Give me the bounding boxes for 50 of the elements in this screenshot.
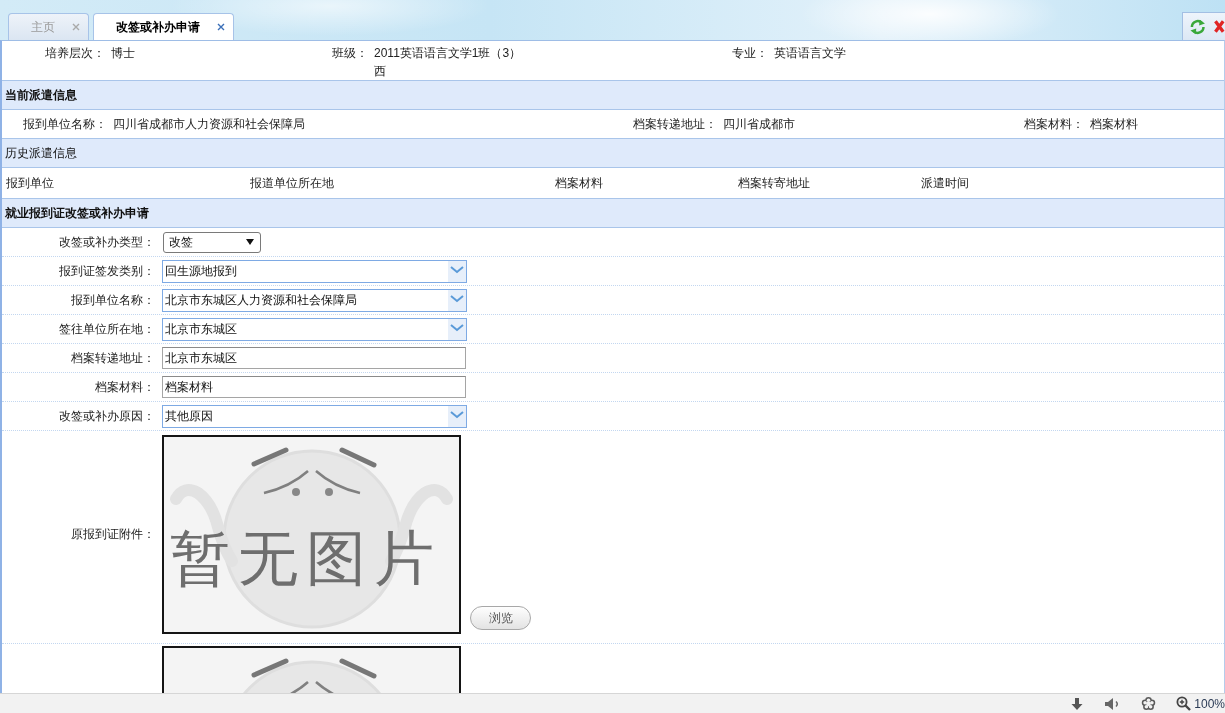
tab[interactable]: 改签或补办申请 xyxy=(93,13,234,40)
download-arrow-icon[interactable] xyxy=(1070,696,1085,711)
text-field[interactable]: 档案材料 xyxy=(162,376,466,398)
field-label: 班级： xyxy=(332,45,368,62)
text-field[interactable]: 北京市东城区 xyxy=(162,347,466,369)
field-label: 改签或补办类型： xyxy=(59,234,155,249)
zoom-level[interactable]: 100% xyxy=(1194,696,1225,711)
chevron-down-icon[interactable] xyxy=(448,260,466,282)
close-icon[interactable] xyxy=(1214,19,1225,34)
field-value: 博士 xyxy=(110,45,135,62)
dropdown-field[interactable]: 北京市东城区 xyxy=(162,317,467,341)
field-label: 档案转递地址： xyxy=(71,350,155,365)
section-header: 就业报到证改签或补办申请 xyxy=(2,198,1224,228)
chevron-down-icon[interactable] xyxy=(448,289,466,311)
no-image-text: 暂无图片 xyxy=(170,529,442,589)
field-value: 档案材料 xyxy=(1089,115,1138,133)
dropdown-field[interactable]: 北京市东城区人力资源和社会保障局 xyxy=(162,288,467,312)
field-value: 四川省成都市 xyxy=(722,115,795,133)
section-header: 历史派遣信息 xyxy=(2,138,1224,168)
field-label: 专业： xyxy=(732,45,768,62)
field-value: 英语语言文学 xyxy=(773,45,846,62)
type-select[interactable]: 改签 xyxy=(163,231,261,253)
field-value: 2011英语语言文学1班（3）西 xyxy=(373,45,523,80)
field-label: 档案材料： xyxy=(95,379,155,394)
dropdown-arrow-icon xyxy=(246,239,254,245)
close-icon[interactable] xyxy=(217,23,225,31)
column-header: 档案材料 xyxy=(555,174,603,192)
field-label: 报到单位名称： xyxy=(71,292,155,307)
column-header: 档案转寄地址 xyxy=(738,174,810,192)
field-label: 档案转递地址： xyxy=(633,115,717,133)
field-label: 原报到证附件： xyxy=(71,527,155,541)
refresh-icon[interactable] xyxy=(1189,17,1207,36)
browse-button[interactable]: 浏览 xyxy=(470,606,531,630)
section-header: 当前派遣信息 xyxy=(2,80,1224,110)
field-label: 培养层次： xyxy=(45,45,105,62)
field-label: 改签或补办原因： xyxy=(59,408,155,423)
flower-icon[interactable] xyxy=(1141,696,1157,711)
chevron-down-icon[interactable] xyxy=(448,405,466,427)
column-header: 报道单位所在地 xyxy=(250,174,334,192)
column-header: 报到单位 xyxy=(6,174,54,192)
field-label: 报到单位名称： xyxy=(23,115,107,133)
column-header: 派遣时间 xyxy=(921,174,969,192)
dropdown-field[interactable]: 其他原因 xyxy=(162,404,467,428)
field-label: 报到证签发类别： xyxy=(59,263,155,278)
field-label: 档案材料： xyxy=(1024,115,1084,133)
field-value: 四川省成都市人力资源和社会保障局 xyxy=(112,115,305,133)
chevron-down-icon[interactable] xyxy=(448,318,466,340)
zoom-in-icon[interactable] xyxy=(1176,696,1192,711)
field-label: 签往单位所在地： xyxy=(59,321,155,336)
dropdown-field[interactable]: 回生源地报到 xyxy=(162,259,467,283)
